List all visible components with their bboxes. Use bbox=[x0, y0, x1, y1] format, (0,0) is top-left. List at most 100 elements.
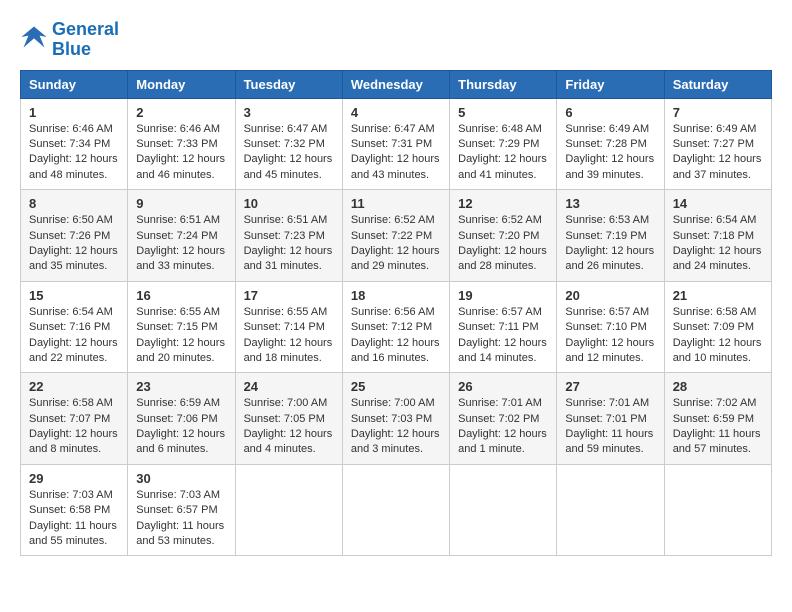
sunset-label: Sunset: 7:16 PM bbox=[29, 321, 110, 333]
day-number: 29 bbox=[29, 471, 119, 486]
calendar-cell: 4 Sunrise: 6:47 AM Sunset: 7:31 PM Dayli… bbox=[342, 98, 449, 190]
cell-content: Sunrise: 6:54 AM Sunset: 7:16 PM Dayligh… bbox=[29, 305, 119, 367]
daylight-label: Daylight: 11 hours and 59 minutes. bbox=[565, 428, 653, 455]
sunset-label: Sunset: 7:06 PM bbox=[136, 413, 217, 425]
cell-content: Sunrise: 6:52 AM Sunset: 7:20 PM Dayligh… bbox=[458, 213, 548, 275]
sunset-label: Sunset: 7:10 PM bbox=[565, 321, 646, 333]
day-number: 27 bbox=[565, 379, 655, 394]
sunset-label: Sunset: 7:07 PM bbox=[29, 413, 110, 425]
sunrise-label: Sunrise: 6:58 AM bbox=[29, 397, 113, 409]
daylight-label: Daylight: 12 hours and 18 minutes. bbox=[244, 337, 333, 364]
calendar-cell: 11 Sunrise: 6:52 AM Sunset: 7:22 PM Dayl… bbox=[342, 190, 449, 282]
sunset-label: Sunset: 7:09 PM bbox=[673, 321, 754, 333]
day-header-thursday: Thursday bbox=[450, 70, 557, 98]
daylight-label: Daylight: 12 hours and 1 minute. bbox=[458, 428, 547, 455]
day-number: 4 bbox=[351, 105, 441, 120]
sunrise-label: Sunrise: 6:53 AM bbox=[565, 214, 649, 226]
calendar-cell: 1 Sunrise: 6:46 AM Sunset: 7:34 PM Dayli… bbox=[21, 98, 128, 190]
sunset-label: Sunset: 7:23 PM bbox=[244, 230, 325, 242]
day-number: 19 bbox=[458, 288, 548, 303]
day-number: 25 bbox=[351, 379, 441, 394]
daylight-label: Daylight: 12 hours and 14 minutes. bbox=[458, 337, 547, 364]
page-header: General Blue bbox=[20, 20, 772, 60]
day-number: 28 bbox=[673, 379, 763, 394]
day-number: 1 bbox=[29, 105, 119, 120]
calendar-cell: 24 Sunrise: 7:00 AM Sunset: 7:05 PM Dayl… bbox=[235, 373, 342, 465]
sunset-label: Sunset: 7:05 PM bbox=[244, 413, 325, 425]
sunrise-label: Sunrise: 6:59 AM bbox=[136, 397, 220, 409]
day-number: 14 bbox=[673, 196, 763, 211]
sunset-label: Sunset: 7:11 PM bbox=[458, 321, 539, 333]
calendar-week-row: 1 Sunrise: 6:46 AM Sunset: 7:34 PM Dayli… bbox=[21, 98, 772, 190]
sunrise-label: Sunrise: 6:48 AM bbox=[458, 123, 542, 135]
sunset-label: Sunset: 7:32 PM bbox=[244, 138, 325, 150]
sunset-label: Sunset: 7:22 PM bbox=[351, 230, 432, 242]
daylight-label: Daylight: 12 hours and 35 minutes. bbox=[29, 245, 118, 272]
calendar-cell: 28 Sunrise: 7:02 AM Sunset: 6:59 PM Dayl… bbox=[664, 373, 771, 465]
daylight-label: Daylight: 12 hours and 48 minutes. bbox=[29, 153, 118, 180]
sunrise-label: Sunrise: 6:58 AM bbox=[673, 306, 757, 318]
daylight-label: Daylight: 12 hours and 46 minutes. bbox=[136, 153, 225, 180]
day-number: 12 bbox=[458, 196, 548, 211]
daylight-label: Daylight: 12 hours and 16 minutes. bbox=[351, 337, 440, 364]
day-header-wednesday: Wednesday bbox=[342, 70, 449, 98]
daylight-label: Daylight: 12 hours and 45 minutes. bbox=[244, 153, 333, 180]
cell-content: Sunrise: 7:00 AM Sunset: 7:05 PM Dayligh… bbox=[244, 396, 334, 458]
day-number: 2 bbox=[136, 105, 226, 120]
cell-content: Sunrise: 7:00 AM Sunset: 7:03 PM Dayligh… bbox=[351, 396, 441, 458]
sunrise-label: Sunrise: 6:56 AM bbox=[351, 306, 435, 318]
daylight-label: Daylight: 12 hours and 6 minutes. bbox=[136, 428, 225, 455]
sunset-label: Sunset: 7:14 PM bbox=[244, 321, 325, 333]
sunset-label: Sunset: 7:28 PM bbox=[565, 138, 646, 150]
day-number: 23 bbox=[136, 379, 226, 394]
sunrise-label: Sunrise: 6:51 AM bbox=[136, 214, 220, 226]
sunrise-label: Sunrise: 7:00 AM bbox=[351, 397, 435, 409]
cell-content: Sunrise: 6:57 AM Sunset: 7:11 PM Dayligh… bbox=[458, 305, 548, 367]
day-number: 22 bbox=[29, 379, 119, 394]
calendar-cell: 26 Sunrise: 7:01 AM Sunset: 7:02 PM Dayl… bbox=[450, 373, 557, 465]
sunset-label: Sunset: 7:29 PM bbox=[458, 138, 539, 150]
cell-content: Sunrise: 6:56 AM Sunset: 7:12 PM Dayligh… bbox=[351, 305, 441, 367]
sunrise-label: Sunrise: 6:50 AM bbox=[29, 214, 113, 226]
day-number: 10 bbox=[244, 196, 334, 211]
cell-content: Sunrise: 7:01 AM Sunset: 7:01 PM Dayligh… bbox=[565, 396, 655, 458]
sunset-label: Sunset: 7:01 PM bbox=[565, 413, 646, 425]
daylight-label: Daylight: 12 hours and 20 minutes. bbox=[136, 337, 225, 364]
day-header-saturday: Saturday bbox=[664, 70, 771, 98]
sunset-label: Sunset: 7:02 PM bbox=[458, 413, 539, 425]
sunrise-label: Sunrise: 6:57 AM bbox=[458, 306, 542, 318]
calendar-cell bbox=[557, 464, 664, 556]
sunset-label: Sunset: 7:20 PM bbox=[458, 230, 539, 242]
sunrise-label: Sunrise: 7:00 AM bbox=[244, 397, 328, 409]
daylight-label: Daylight: 12 hours and 3 minutes. bbox=[351, 428, 440, 455]
calendar-week-row: 29 Sunrise: 7:03 AM Sunset: 6:58 PM Dayl… bbox=[21, 464, 772, 556]
day-number: 15 bbox=[29, 288, 119, 303]
calendar-cell: 9 Sunrise: 6:51 AM Sunset: 7:24 PM Dayli… bbox=[128, 190, 235, 282]
sunrise-label: Sunrise: 7:02 AM bbox=[673, 397, 757, 409]
daylight-label: Daylight: 12 hours and 37 minutes. bbox=[673, 153, 762, 180]
sunset-label: Sunset: 7:34 PM bbox=[29, 138, 110, 150]
cell-content: Sunrise: 6:58 AM Sunset: 7:09 PM Dayligh… bbox=[673, 305, 763, 367]
cell-content: Sunrise: 7:03 AM Sunset: 6:58 PM Dayligh… bbox=[29, 488, 119, 550]
sunset-label: Sunset: 7:03 PM bbox=[351, 413, 432, 425]
sunrise-label: Sunrise: 6:47 AM bbox=[244, 123, 328, 135]
daylight-label: Daylight: 12 hours and 24 minutes. bbox=[673, 245, 762, 272]
calendar-cell: 19 Sunrise: 6:57 AM Sunset: 7:11 PM Dayl… bbox=[450, 281, 557, 373]
daylight-label: Daylight: 12 hours and 8 minutes. bbox=[29, 428, 118, 455]
daylight-label: Daylight: 12 hours and 22 minutes. bbox=[29, 337, 118, 364]
calendar-cell: 6 Sunrise: 6:49 AM Sunset: 7:28 PM Dayli… bbox=[557, 98, 664, 190]
daylight-label: Daylight: 12 hours and 43 minutes. bbox=[351, 153, 440, 180]
calendar-cell bbox=[342, 464, 449, 556]
day-number: 20 bbox=[565, 288, 655, 303]
calendar-cell: 7 Sunrise: 6:49 AM Sunset: 7:27 PM Dayli… bbox=[664, 98, 771, 190]
calendar-table: SundayMondayTuesdayWednesdayThursdayFrid… bbox=[20, 70, 772, 557]
cell-content: Sunrise: 6:54 AM Sunset: 7:18 PM Dayligh… bbox=[673, 213, 763, 275]
day-header-tuesday: Tuesday bbox=[235, 70, 342, 98]
sunset-label: Sunset: 7:26 PM bbox=[29, 230, 110, 242]
day-number: 11 bbox=[351, 196, 441, 211]
calendar-week-row: 8 Sunrise: 6:50 AM Sunset: 7:26 PM Dayli… bbox=[21, 190, 772, 282]
cell-content: Sunrise: 6:53 AM Sunset: 7:19 PM Dayligh… bbox=[565, 213, 655, 275]
sunrise-label: Sunrise: 6:52 AM bbox=[458, 214, 542, 226]
logo: General Blue bbox=[20, 20, 119, 60]
calendar-cell: 25 Sunrise: 7:00 AM Sunset: 7:03 PM Dayl… bbox=[342, 373, 449, 465]
